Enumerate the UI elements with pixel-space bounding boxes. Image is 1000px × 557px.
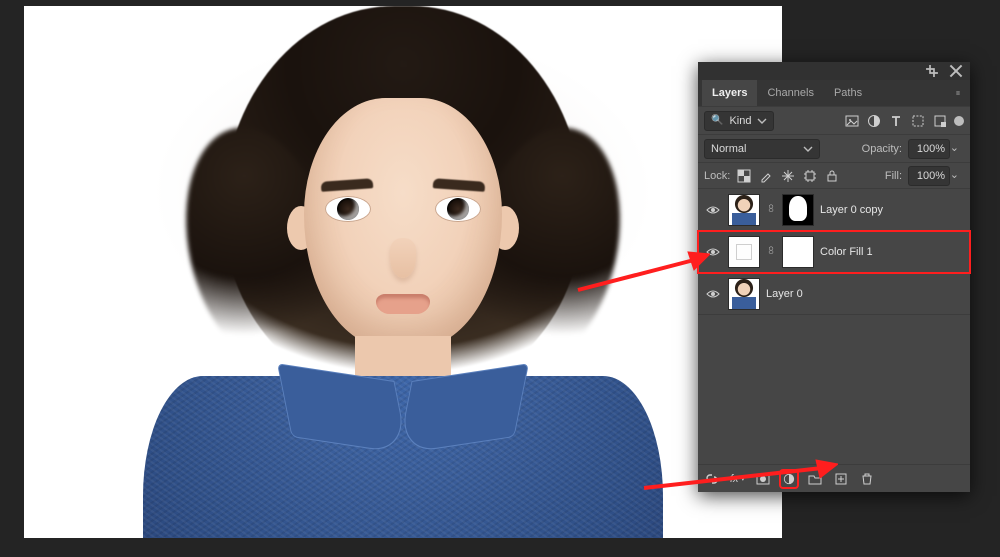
blend-row: Normal Opacity: 100% bbox=[698, 134, 970, 162]
layer-list: 𝟾 Layer 0 copy 𝟾 Color Fill 1 Layer 0 bbox=[698, 188, 970, 464]
filter-kind-label: Kind bbox=[729, 115, 751, 127]
layer-name[interactable]: Layer 0 bbox=[766, 288, 964, 300]
tab-layers[interactable]: Layers bbox=[702, 80, 757, 106]
filter-kind-select[interactable]: 🔍 Kind bbox=[704, 111, 774, 131]
fill-label: Fill: bbox=[885, 170, 902, 182]
layers-panel: Layers Channels Paths 🔍 Kind bbox=[698, 62, 970, 492]
denim-shirt bbox=[143, 376, 663, 538]
filter-image-icon[interactable] bbox=[844, 113, 860, 129]
annotation-arrow-to-footer bbox=[638, 458, 838, 494]
mouth bbox=[376, 294, 430, 314]
filter-smartobject-icon[interactable] bbox=[932, 113, 948, 129]
tab-channels[interactable]: Channels bbox=[757, 80, 823, 106]
visibility-toggle[interactable] bbox=[704, 201, 722, 219]
layer-name[interactable]: Color Fill 1 bbox=[820, 246, 964, 258]
eye-right bbox=[435, 196, 481, 222]
fill-input[interactable]: 100% bbox=[908, 166, 950, 186]
filter-toggle[interactable] bbox=[954, 116, 964, 126]
collapse-icon[interactable] bbox=[924, 63, 940, 79]
search-icon: 🔍 bbox=[711, 115, 723, 126]
close-icon[interactable] bbox=[948, 63, 964, 79]
delete-layer-icon[interactable] bbox=[859, 471, 875, 487]
layer-filter-row: 🔍 Kind bbox=[698, 106, 970, 134]
lock-row: Lock: Fill: 100% bbox=[698, 162, 970, 188]
layer-row[interactable]: 𝟾 Layer 0 copy bbox=[698, 189, 970, 231]
blend-mode-select[interactable]: Normal bbox=[704, 139, 820, 159]
layer-row[interactable]: 𝟾 Color Fill 1 bbox=[698, 231, 970, 273]
annotation-arrow-to-layer bbox=[570, 248, 710, 298]
lock-label: Lock: bbox=[704, 170, 730, 182]
layer-name[interactable]: Layer 0 copy bbox=[820, 204, 964, 216]
panel-titlebar bbox=[698, 62, 970, 80]
blend-mode-value: Normal bbox=[711, 143, 746, 155]
link-mask-icon[interactable]: 𝟾 bbox=[766, 245, 776, 258]
lock-artboard-icon[interactable] bbox=[802, 168, 818, 184]
link-mask-icon[interactable]: 𝟾 bbox=[766, 203, 776, 216]
filter-adjustment-icon[interactable] bbox=[866, 113, 882, 129]
opacity-input[interactable]: 100% bbox=[908, 139, 950, 159]
layer-thumbnail[interactable] bbox=[728, 278, 760, 310]
nose bbox=[390, 238, 416, 278]
filter-shape-icon[interactable] bbox=[910, 113, 926, 129]
lock-pixels-icon[interactable] bbox=[758, 168, 774, 184]
lock-position-icon[interactable] bbox=[780, 168, 796, 184]
eye-left bbox=[325, 196, 371, 222]
panel-tabs: Layers Channels Paths bbox=[698, 80, 970, 106]
filter-type-icon[interactable] bbox=[888, 113, 904, 129]
layer-mask-thumbnail[interactable] bbox=[782, 194, 814, 226]
tab-paths[interactable]: Paths bbox=[824, 80, 872, 106]
layer-thumbnail[interactable] bbox=[728, 194, 760, 226]
layer-row[interactable]: Layer 0 bbox=[698, 273, 970, 315]
lock-transparency-icon[interactable] bbox=[736, 168, 752, 184]
opacity-label: Opacity: bbox=[862, 143, 902, 155]
opacity-value: 100% bbox=[917, 143, 945, 155]
lock-all-icon[interactable] bbox=[824, 168, 840, 184]
layer-thumbnail[interactable] bbox=[728, 236, 760, 268]
panel-menu-icon[interactable] bbox=[950, 85, 966, 101]
fill-value: 100% bbox=[917, 170, 945, 182]
layer-mask-thumbnail[interactable] bbox=[782, 236, 814, 268]
